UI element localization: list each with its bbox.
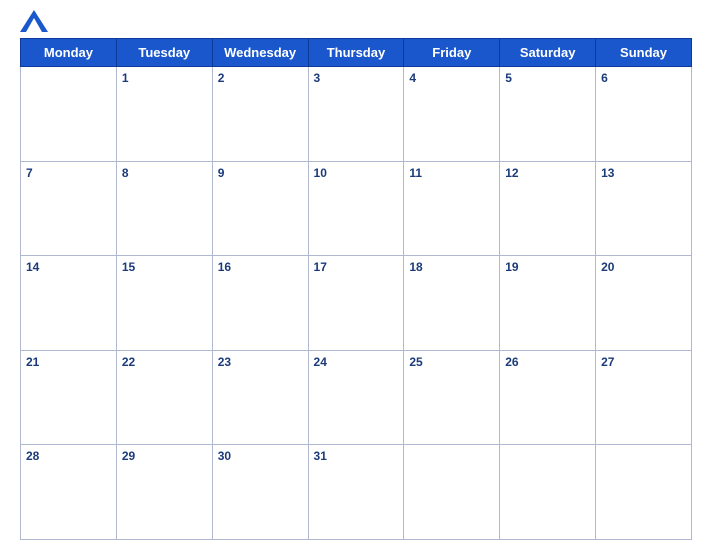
calendar-table: MondayTuesdayWednesdayThursdayFridaySatu… [20,38,692,540]
day-number: 18 [409,260,422,274]
calendar-cell: 31 [308,445,404,540]
weekday-wednesday: Wednesday [212,39,308,67]
day-number: 16 [218,260,231,274]
day-number: 13 [601,166,614,180]
weekday-monday: Monday [21,39,117,67]
day-number: 2 [218,71,225,85]
weekday-friday: Friday [404,39,500,67]
weekday-tuesday: Tuesday [116,39,212,67]
day-number: 27 [601,355,614,369]
day-number: 28 [26,449,39,463]
day-number: 24 [314,355,327,369]
day-number: 20 [601,260,614,274]
calendar-header-row: MondayTuesdayWednesdayThursdayFridaySatu… [21,39,692,67]
day-number: 12 [505,166,518,180]
week-row-3: 14 15 16 17 18 19 20 [21,256,692,351]
calendar-cell: 7 [21,161,117,256]
calendar-cell: 26 [500,350,596,445]
day-number: 14 [26,260,39,274]
calendar-cell [596,445,692,540]
calendar-cell: 29 [116,445,212,540]
logo [20,10,52,32]
week-row-2: 7 8 9 10 11 12 13 [21,161,692,256]
calendar-body: 1234567891011121314151617181920212223242… [21,67,692,540]
calendar-cell: 12 [500,161,596,256]
calendar-cell: 21 [21,350,117,445]
calendar-cell: 3 [308,67,404,162]
calendar-cell: 13 [596,161,692,256]
week-row-5: 28 29 30 31 [21,445,692,540]
logo-icon [20,10,48,32]
day-number: 22 [122,355,135,369]
weekday-saturday: Saturday [500,39,596,67]
calendar-cell: 4 [404,67,500,162]
calendar-cell: 24 [308,350,404,445]
calendar-cell: 18 [404,256,500,351]
day-number: 23 [218,355,231,369]
day-number: 17 [314,260,327,274]
calendar-cell: 15 [116,256,212,351]
weekday-thursday: Thursday [308,39,404,67]
day-number: 15 [122,260,135,274]
day-number: 31 [314,449,327,463]
calendar-cell: 22 [116,350,212,445]
week-row-1: 1 2 3 4 5 6 [21,67,692,162]
calendar-cell: 6 [596,67,692,162]
calendar-cell: 23 [212,350,308,445]
calendar-cell [500,445,596,540]
calendar-cell: 28 [21,445,117,540]
calendar-cell: 16 [212,256,308,351]
day-number: 25 [409,355,422,369]
calendar-cell [21,67,117,162]
day-number: 10 [314,166,327,180]
day-number: 1 [122,71,129,85]
calendar-cell: 2 [212,67,308,162]
week-row-4: 21 22 23 24 25 26 27 [21,350,692,445]
day-number: 6 [601,71,608,85]
calendar-cell: 10 [308,161,404,256]
day-number: 30 [218,449,231,463]
calendar-header [20,10,692,32]
day-number: 9 [218,166,225,180]
calendar-cell: 9 [212,161,308,256]
day-number: 26 [505,355,518,369]
weekday-header-row: MondayTuesdayWednesdayThursdayFridaySatu… [21,39,692,67]
calendar-cell: 19 [500,256,596,351]
day-number: 8 [122,166,129,180]
calendar-cell: 20 [596,256,692,351]
calendar-cell: 17 [308,256,404,351]
calendar-cell: 14 [21,256,117,351]
calendar-cell: 27 [596,350,692,445]
day-number: 4 [409,71,416,85]
day-number: 21 [26,355,39,369]
weekday-sunday: Sunday [596,39,692,67]
day-number: 11 [409,166,422,180]
calendar-cell: 8 [116,161,212,256]
day-number: 3 [314,71,321,85]
day-number: 29 [122,449,135,463]
day-number: 7 [26,166,33,180]
day-number: 5 [505,71,512,85]
calendar-cell: 1 [116,67,212,162]
day-number: 19 [505,260,518,274]
calendar-cell: 30 [212,445,308,540]
calendar-cell: 5 [500,67,596,162]
calendar-cell: 11 [404,161,500,256]
calendar-cell [404,445,500,540]
calendar-cell: 25 [404,350,500,445]
